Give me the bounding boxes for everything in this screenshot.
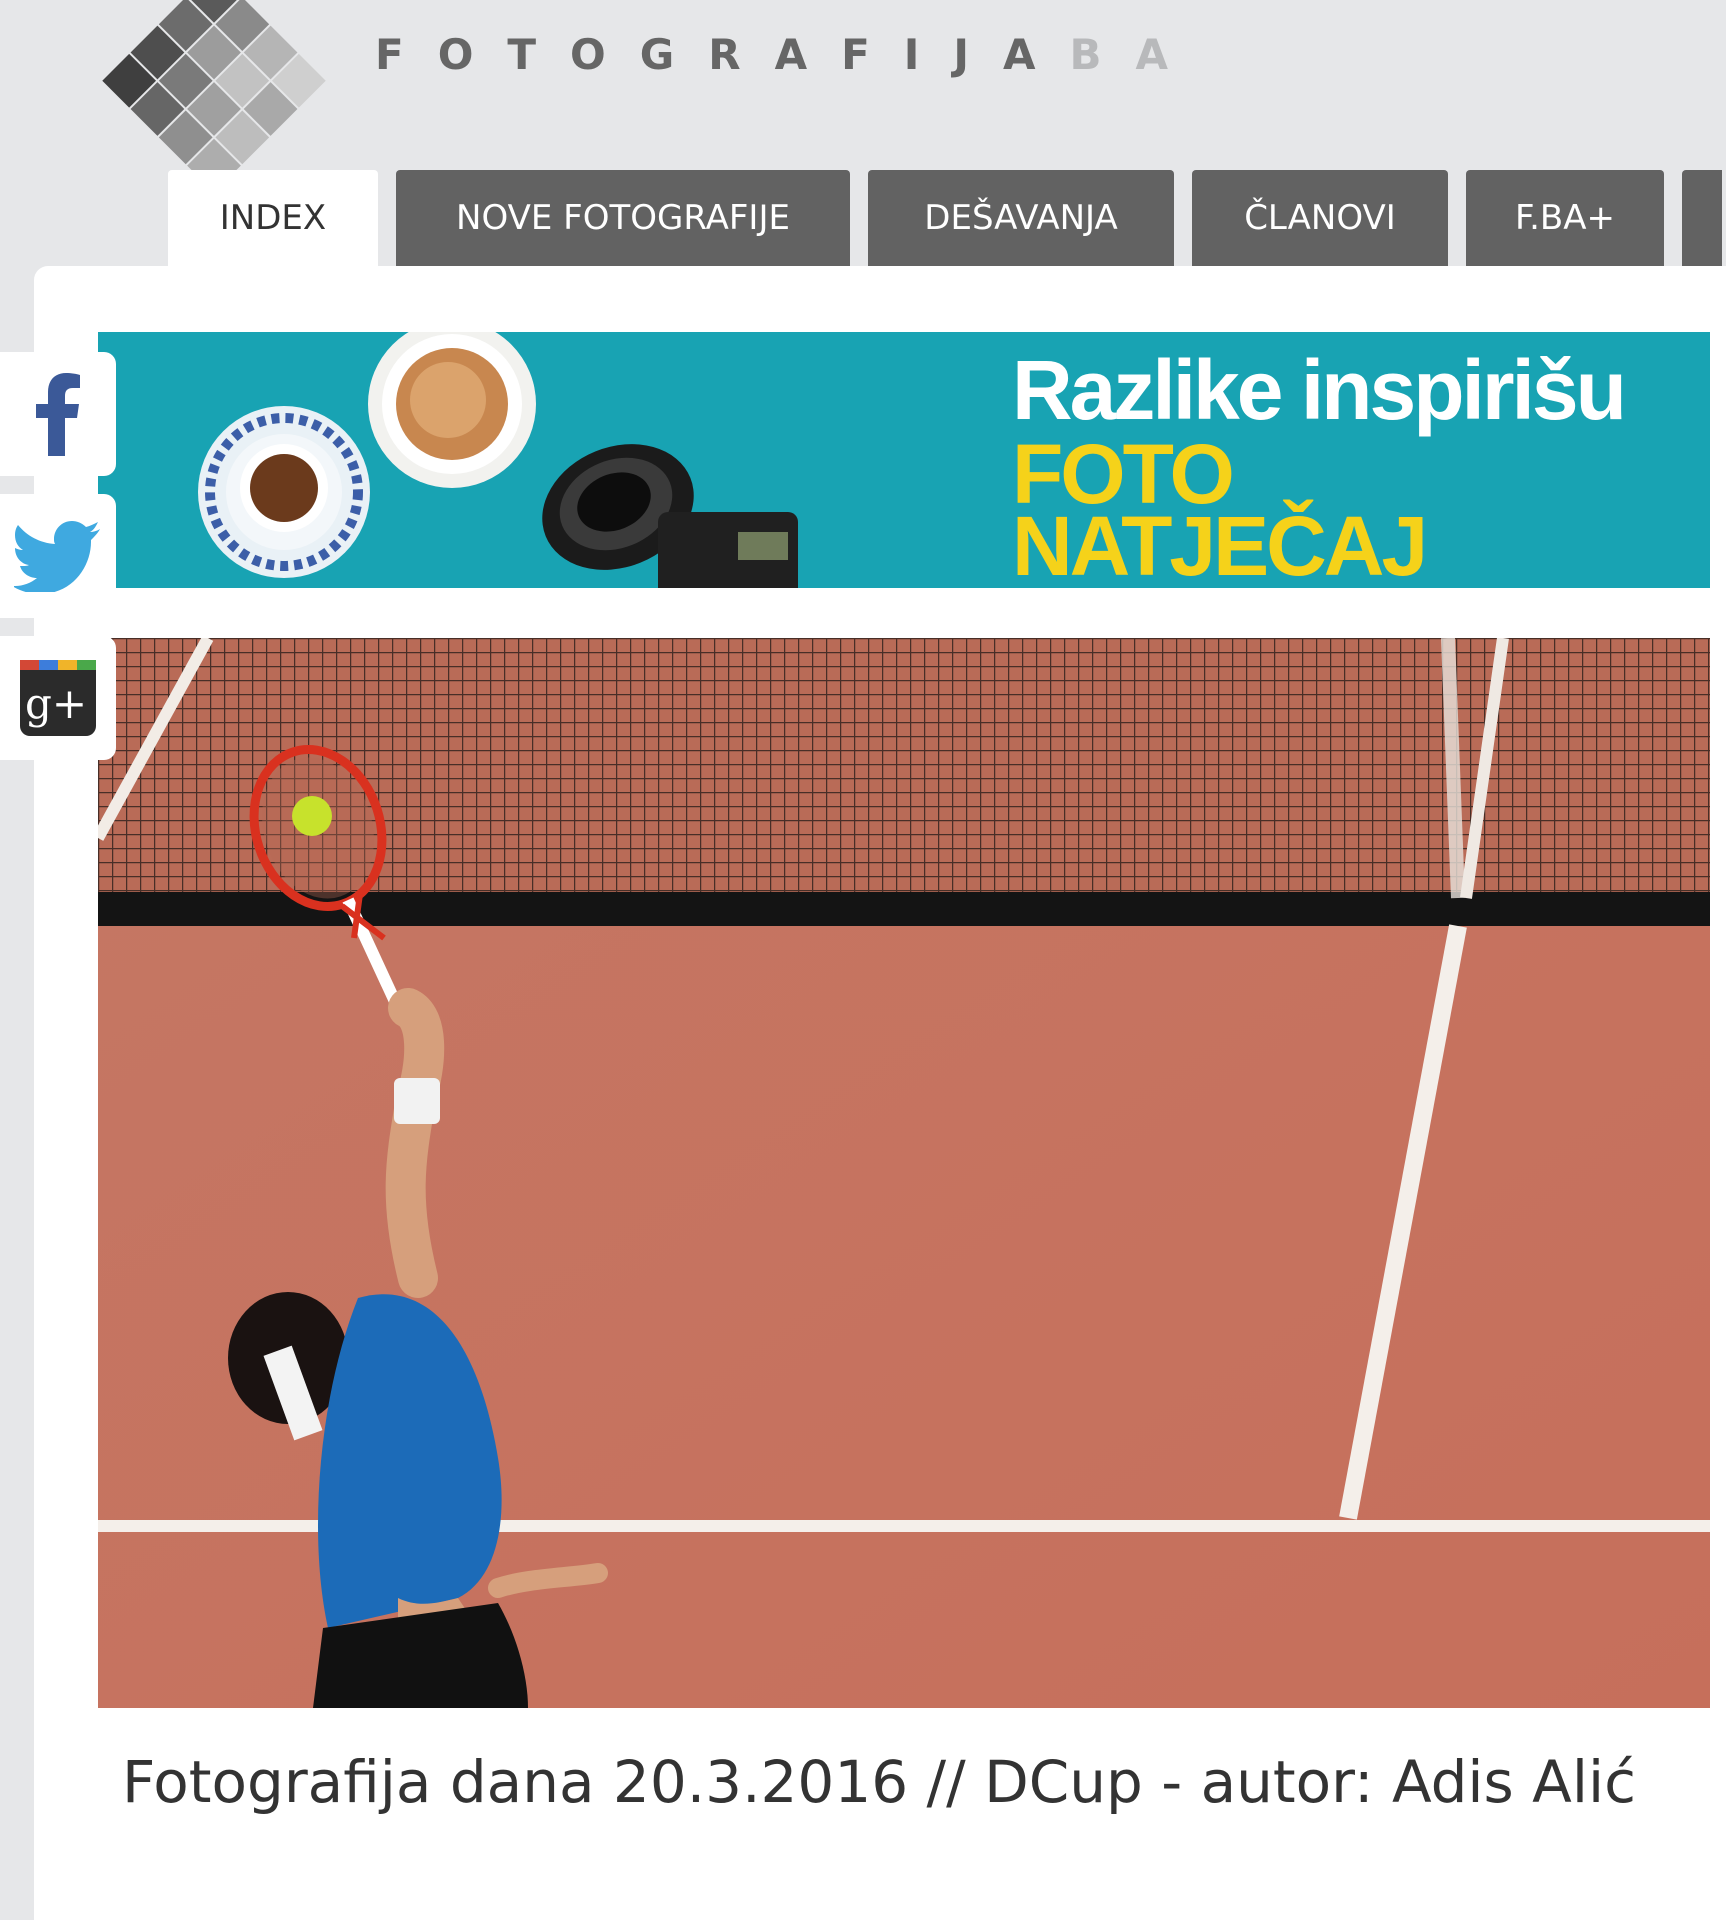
photo-of-the-day[interactable] [98, 638, 1710, 1708]
tab-clanovi[interactable]: ČLANOVI [1192, 170, 1448, 266]
google-plus-share-button[interactable]: g+ [0, 636, 116, 760]
google-plus-icon: g+ [20, 660, 96, 736]
photo-caption[interactable]: Fotografija dana 20.3.2016 // DCup - aut… [122, 1732, 1684, 1832]
camera-icon [542, 444, 798, 588]
facebook-share-button[interactable] [0, 352, 116, 476]
tennis-photo [98, 638, 1710, 1708]
google-plus-label: g+ [25, 679, 87, 728]
banner-natjecaj: NATJEČAJ [1012, 499, 1428, 588]
site-logo-text[interactable]: FOTOGRAFIJA BA [375, 30, 1202, 79]
twitter-share-button[interactable] [0, 494, 116, 618]
tab-nove-fotografije[interactable]: NOVE FOTOGRAFIJE [396, 170, 850, 266]
tab-more-partial[interactable] [1682, 170, 1722, 266]
twitter-icon [14, 521, 100, 592]
logo-mark-icon[interactable] [98, 0, 330, 170]
facebook-icon [36, 373, 80, 456]
tab-index[interactable]: INDEX [168, 170, 378, 266]
main-nav: INDEX NOVE FOTOGRAFIJE DEŠAVANJA ČLANOVI… [168, 170, 1722, 266]
logo-suffix: BA [1069, 30, 1203, 79]
tab-fba-plus[interactable]: F.BA+ [1466, 170, 1664, 266]
logo-letters: FOTOGRAFIJA [375, 30, 1070, 79]
tab-desavanja[interactable]: DEŠAVANJA [868, 170, 1174, 266]
page: FOTOGRAFIJA BA INDEX NOVE FOTOGRAFIJE DE… [0, 0, 1726, 1920]
banner-headline: Razlike inspirišu [1012, 343, 1627, 437]
contest-banner[interactable]: Razlike inspirišu FOTO NATJEČAJ [98, 332, 1710, 588]
